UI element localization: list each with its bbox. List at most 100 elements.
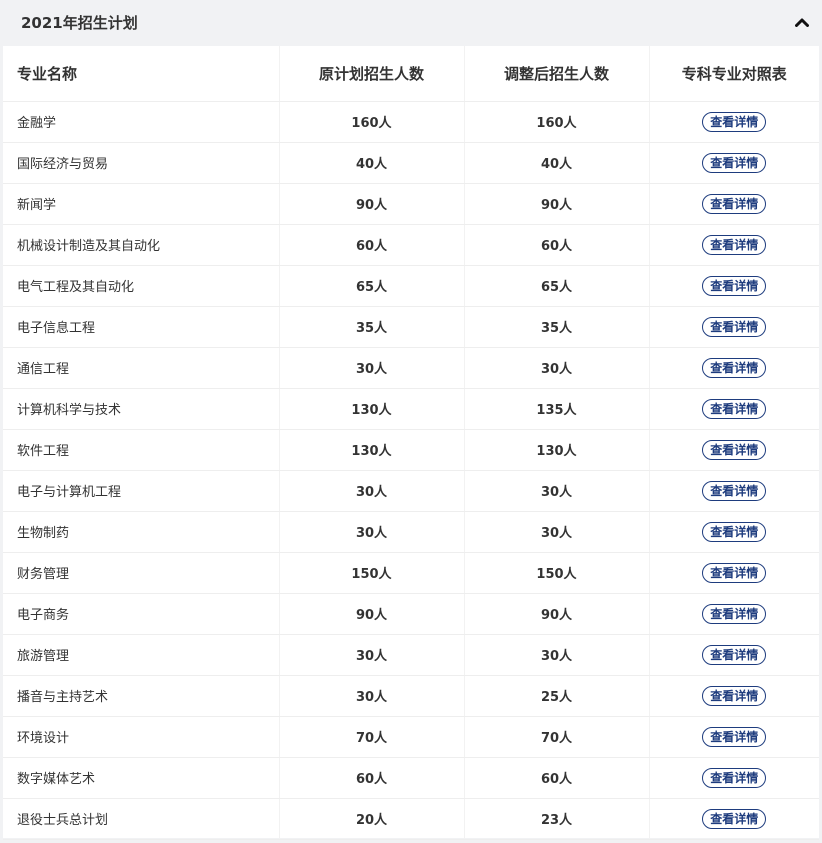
table-row: 新闻学 90人 90人 查看详情	[3, 183, 819, 225]
major-name-cell: 旅游管理	[3, 634, 279, 676]
major-name-cell: 电子与计算机工程	[3, 470, 279, 512]
original-count-cell: 130人	[278, 429, 464, 471]
header-original-count: 原计划招生人数	[278, 46, 464, 102]
major-name-cell: 电子商务	[3, 593, 279, 635]
major-name-cell: 通信工程	[3, 347, 279, 389]
view-details-button[interactable]: 查看详情	[702, 480, 767, 501]
view-details-button[interactable]: 查看详情	[702, 398, 767, 419]
original-count-cell: 90人	[278, 593, 464, 635]
table-header-row: 专业名称 原计划招生人数 调整后招生人数 专科专业对照表	[3, 46, 819, 102]
table-row: 电子商务 90人 90人 查看详情	[3, 593, 819, 635]
detail-cell: 查看详情	[648, 183, 819, 225]
major-name-cell: 财务管理	[3, 552, 279, 594]
adjusted-count-cell: 30人	[463, 347, 649, 389]
table-body: 金融学 160人 160人 查看详情 国际经济与贸易 40人 40人 查看详情 新闻学 90人 90…	[3, 101, 819, 840]
table-row: 电子与计算机工程 30人 30人 查看详情	[3, 470, 819, 512]
table-row: 旅游管理 30人 30人 查看详情	[3, 634, 819, 676]
adjusted-count-cell: 65人	[463, 265, 649, 307]
view-details-button[interactable]: 查看详情	[702, 767, 767, 788]
original-count-cell: 150人	[278, 552, 464, 594]
original-count-cell: 30人	[278, 634, 464, 676]
original-count-cell: 20人	[278, 798, 464, 840]
enrollment-table: 专业名称 原计划招生人数 调整后招生人数 专科专业对照表 金融学 160人 160人…	[3, 46, 819, 840]
adjusted-count-cell: 60人	[463, 224, 649, 266]
table-row: 环境设计 70人 70人 查看详情	[3, 716, 819, 758]
original-count-cell: 65人	[278, 265, 464, 307]
detail-cell: 查看详情	[648, 388, 819, 430]
view-details-button[interactable]: 查看详情	[702, 152, 767, 173]
detail-cell: 查看详情	[648, 716, 819, 758]
adjusted-count-cell: 90人	[463, 593, 649, 635]
header-adjusted-count: 调整后招生人数	[463, 46, 649, 102]
detail-cell: 查看详情	[648, 593, 819, 635]
table-row: 软件工程 130人 130人 查看详情	[3, 429, 819, 471]
table-row: 财务管理 150人 150人 查看详情	[3, 552, 819, 594]
original-count-cell: 160人	[278, 101, 464, 143]
detail-cell: 查看详情	[648, 224, 819, 266]
view-details-button[interactable]: 查看详情	[702, 685, 767, 706]
original-count-cell: 130人	[278, 388, 464, 430]
view-details-button[interactable]: 查看详情	[702, 439, 767, 460]
adjusted-count-cell: 30人	[463, 511, 649, 553]
adjusted-count-cell: 25人	[463, 675, 649, 717]
adjusted-count-cell: 23人	[463, 798, 649, 840]
collapse-button[interactable]	[792, 12, 812, 32]
original-count-cell: 30人	[278, 511, 464, 553]
panel-header[interactable]: 2021年招生计划	[0, 0, 822, 44]
table-row: 退役士兵总计划 20人 23人 查看详情	[3, 798, 819, 840]
original-count-cell: 60人	[278, 224, 464, 266]
adjusted-count-cell: 60人	[463, 757, 649, 799]
major-name-cell: 生物制药	[3, 511, 279, 553]
major-name-cell: 电子信息工程	[3, 306, 279, 348]
view-details-button[interactable]: 查看详情	[702, 193, 767, 214]
major-name-cell: 软件工程	[3, 429, 279, 471]
view-details-button[interactable]: 查看详情	[702, 603, 767, 624]
view-details-button[interactable]: 查看详情	[702, 111, 767, 132]
view-details-button[interactable]: 查看详情	[702, 562, 767, 583]
major-name-cell: 电气工程及其自动化	[3, 265, 279, 307]
table-row: 金融学 160人 160人 查看详情	[3, 101, 819, 143]
table-row: 通信工程 30人 30人 查看详情	[3, 347, 819, 389]
adjusted-count-cell: 90人	[463, 183, 649, 225]
original-count-cell: 30人	[278, 347, 464, 389]
major-name-cell: 新闻学	[3, 183, 279, 225]
major-name-cell: 退役士兵总计划	[3, 798, 279, 840]
detail-cell: 查看详情	[648, 511, 819, 553]
view-details-button[interactable]: 查看详情	[702, 644, 767, 665]
chevron-up-icon	[795, 18, 809, 27]
detail-cell: 查看详情	[648, 470, 819, 512]
view-details-button[interactable]: 查看详情	[702, 357, 767, 378]
major-name-cell: 金融学	[3, 101, 279, 143]
original-count-cell: 40人	[278, 142, 464, 184]
adjusted-count-cell: 135人	[463, 388, 649, 430]
major-name-cell: 播音与主持艺术	[3, 675, 279, 717]
major-name-cell: 计算机科学与技术	[3, 388, 279, 430]
view-details-button[interactable]: 查看详情	[702, 275, 767, 296]
detail-cell: 查看详情	[648, 347, 819, 389]
view-details-button[interactable]: 查看详情	[702, 316, 767, 337]
view-details-button[interactable]: 查看详情	[702, 726, 767, 747]
table-row: 机械设计制造及其自动化 60人 60人 查看详情	[3, 224, 819, 266]
adjusted-count-cell: 130人	[463, 429, 649, 471]
detail-cell: 查看详情	[648, 634, 819, 676]
view-details-button[interactable]: 查看详情	[702, 808, 767, 829]
major-name-cell: 环境设计	[3, 716, 279, 758]
adjusted-count-cell: 30人	[463, 470, 649, 512]
header-major-name: 专业名称	[3, 46, 279, 102]
major-name-cell: 数字媒体艺术	[3, 757, 279, 799]
table-row: 计算机科学与技术 130人 135人 查看详情	[3, 388, 819, 430]
view-details-button[interactable]: 查看详情	[702, 521, 767, 542]
detail-cell: 查看详情	[648, 552, 819, 594]
view-details-button[interactable]: 查看详情	[702, 234, 767, 255]
enrollment-plan-panel: 2021年招生计划 专业名称 原计划招生人数 调整后招生人数 专科专业对照表 金…	[0, 0, 822, 843]
table-row: 电子信息工程 35人 35人 查看详情	[3, 306, 819, 348]
adjusted-count-cell: 150人	[463, 552, 649, 594]
original-count-cell: 30人	[278, 675, 464, 717]
adjusted-count-cell: 160人	[463, 101, 649, 143]
detail-cell: 查看详情	[648, 142, 819, 184]
adjusted-count-cell: 30人	[463, 634, 649, 676]
enrollment-table-wrapper: 专业名称 原计划招生人数 调整后招生人数 专科专业对照表 金融学 160人 160人…	[3, 46, 819, 840]
adjusted-count-cell: 35人	[463, 306, 649, 348]
adjusted-count-cell: 70人	[463, 716, 649, 758]
table-row: 数字媒体艺术 60人 60人 查看详情	[3, 757, 819, 799]
